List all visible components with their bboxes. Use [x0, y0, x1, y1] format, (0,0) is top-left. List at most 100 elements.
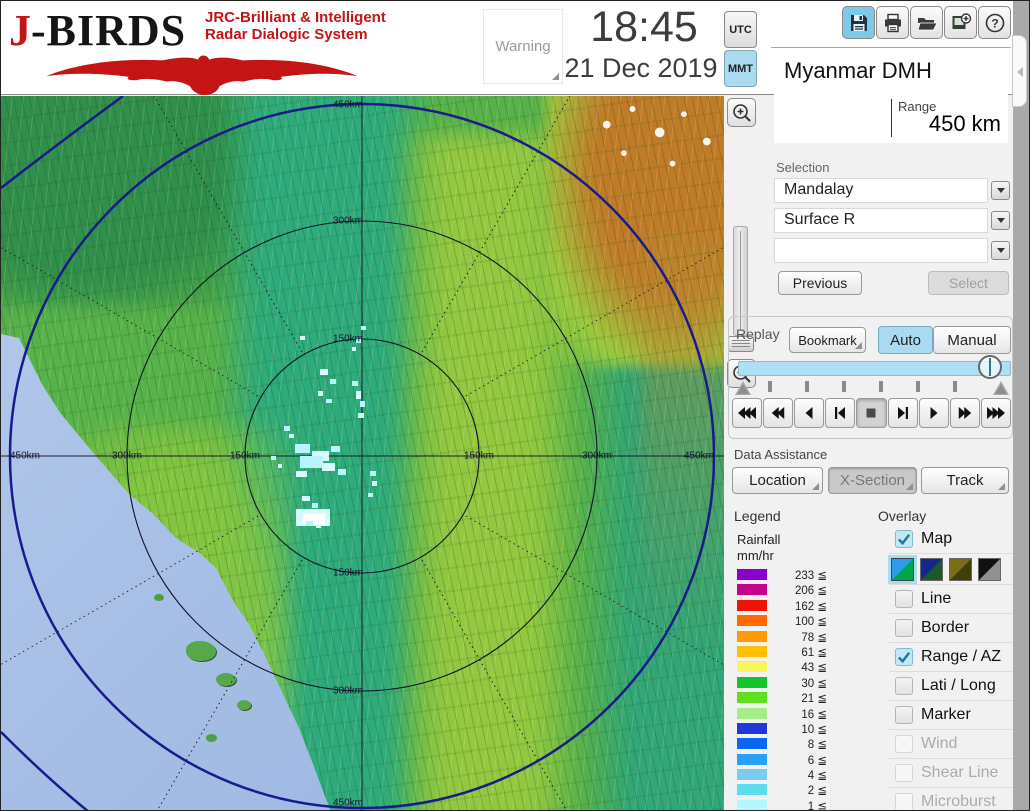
radar-map[interactable]: 150km 150km 150km 150km 300km 300km 300km 300km… — [1, 96, 724, 810]
check-icon — [897, 652, 911, 664]
legend-value: 2 ≦ — [807, 785, 827, 798]
map-style-swatch-1[interactable] — [891, 557, 914, 581]
playback-button-step-back[interactable] — [825, 398, 856, 428]
checkbox-marker[interactable] — [895, 706, 913, 724]
legend-value: 43 ≦ — [801, 662, 827, 675]
playback-button-play-reverse[interactable] — [794, 398, 825, 428]
select-button[interactable]: Select — [928, 271, 1009, 295]
product-dropdown-button[interactable] — [991, 211, 1010, 230]
save-button[interactable] — [842, 6, 875, 39]
legend-value: 100 ≦ — [794, 616, 827, 629]
checkbox-range-az[interactable] — [895, 648, 913, 666]
legend-scale: 233 ≦ 206 ≦ 162 ≦ 100 ≦ 78 ≦ 61 ≦ 43 ≦ 30 ≦ 21 ≦… — [737, 568, 829, 810]
window-right-strip — [1013, 1, 1029, 810]
bookmark-label: Bookmark — [798, 332, 857, 348]
playback-button-forward-fastest[interactable] — [980, 398, 1011, 428]
ring-label-300km: 300km — [332, 215, 364, 227]
legend-value: 16 ≦ — [801, 708, 827, 721]
play-reverse-icon — [805, 407, 813, 419]
legend-swatch — [737, 753, 767, 765]
playback-button-rewind-fast[interactable] — [763, 398, 794, 428]
track-button[interactable]: Track — [921, 467, 1009, 494]
slider-tick — [842, 381, 846, 392]
time-slider-thumb[interactable] — [978, 355, 1002, 379]
auto-button[interactable]: Auto — [878, 326, 933, 354]
panel-collapse-tab[interactable] — [1012, 35, 1027, 107]
print-icon — [884, 13, 901, 32]
replay-label: Replay — [736, 326, 780, 342]
legend-swatch — [737, 799, 767, 810]
overlay-row-marker: Marker — [889, 701, 1013, 730]
legend-swatch — [737, 630, 767, 642]
ring-label-150km: 150km — [463, 450, 495, 462]
capture-button[interactable] — [944, 6, 977, 39]
warning-label: Warning — [495, 38, 551, 55]
legend-swatch — [737, 707, 767, 719]
manual-button[interactable]: Manual — [933, 326, 1011, 354]
print-button[interactable] — [876, 6, 909, 39]
utc-button[interactable]: UTC — [724, 11, 757, 48]
overlay-row-map: Map — [889, 525, 1013, 554]
site-dropdown-button[interactable] — [991, 181, 1010, 200]
checkbox-border[interactable] — [895, 619, 913, 637]
select-label: Select — [949, 275, 988, 291]
forward-fast-icon — [958, 407, 972, 419]
stop-icon — [866, 408, 876, 418]
open-folder-button[interactable] — [910, 6, 943, 39]
legend-row: 162 ≦ — [737, 599, 829, 614]
playback-button-play[interactable] — [918, 398, 949, 428]
time-slider-track[interactable] — [738, 361, 1011, 376]
location-button[interactable]: Location — [732, 467, 823, 494]
product-combobox[interactable]: Surface R — [774, 208, 988, 233]
playback-button-rewind-fastest[interactable] — [732, 398, 763, 428]
legend-swatch — [737, 661, 767, 673]
slider-tick — [953, 381, 957, 392]
ring-label-150km: 150km — [229, 450, 261, 462]
playback-button-stop[interactable] — [856, 398, 887, 428]
legend-row: 233 ≦ — [737, 568, 829, 583]
help-button[interactable]: ? — [978, 6, 1011, 39]
panel-divider — [771, 47, 1011, 48]
zoom-in-icon — [732, 103, 751, 122]
utc-label: UTC — [729, 23, 752, 36]
x-section-button[interactable]: X-Section — [828, 467, 917, 494]
overlay-item-label: Line — [921, 590, 952, 607]
overlay-row-border: Border — [889, 614, 1013, 643]
clock-time: 18:45 — [590, 3, 698, 51]
help-icon: ? — [985, 13, 1004, 32]
playback-button-step-forward[interactable] — [887, 398, 918, 428]
overlay-item-label: Marker — [921, 706, 971, 723]
legend-value: 233 ≦ — [794, 570, 827, 582]
overlay-item-label: Border — [921, 619, 970, 636]
legend-row: 206 ≦ — [737, 583, 829, 598]
selection-label: Selection — [776, 160, 830, 175]
legend-swatch — [737, 599, 767, 611]
map-style-swatch-3[interactable] — [949, 557, 972, 581]
option-combobox[interactable] — [774, 238, 988, 263]
legend-value: 6 ≦ — [807, 754, 827, 767]
checkbox-map[interactable] — [895, 530, 913, 548]
option-dropdown-button[interactable] — [991, 241, 1010, 260]
map-style-swatch-2[interactable] — [920, 557, 943, 581]
overlay-list: Map Line Border Range / AZ Lati / Long Marker… — [889, 525, 1013, 810]
logo-birds: -BIRDS — [31, 6, 187, 55]
warning-button[interactable]: Warning — [483, 9, 563, 84]
checkbox-lati-long[interactable] — [895, 677, 913, 695]
map-style-swatch-4[interactable] — [978, 557, 1001, 581]
ring-label-150km: 150km — [332, 567, 364, 579]
mmt-button[interactable]: MMT — [724, 50, 757, 87]
legend-unit-mmhr: mm/hr — [737, 548, 774, 563]
zoom-in-button[interactable] — [727, 98, 756, 127]
previous-button[interactable]: Previous — [778, 271, 862, 295]
bookmark-button[interactable]: Bookmark — [789, 327, 866, 353]
station-name: Myanmar DMH — [784, 58, 932, 83]
overlay-row-range-az: Range / AZ — [889, 643, 1013, 672]
svg-text:?: ? — [991, 16, 998, 30]
checkbox-line[interactable] — [895, 590, 913, 608]
checkbox-microburst — [895, 793, 913, 810]
overlay-item-label: Map — [921, 530, 953, 547]
playback-button-forward-fast[interactable] — [949, 398, 980, 428]
playback-controls — [732, 398, 1011, 428]
legend-value: 162 ≦ — [794, 600, 827, 613]
site-combobox[interactable]: Mandalay — [774, 178, 988, 203]
